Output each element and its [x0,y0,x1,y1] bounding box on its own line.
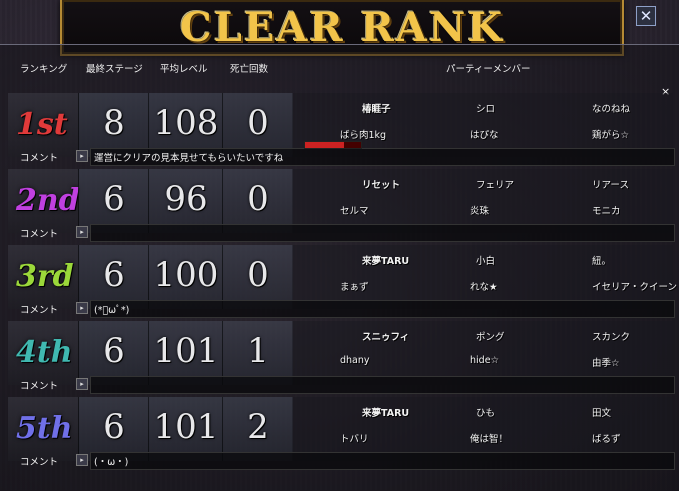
comment-box [90,224,675,242]
party-member: リアース [592,180,629,191]
rank-label: 5th [16,411,73,446]
party-member: セルマ [340,206,369,217]
party-member: ポング [476,332,505,343]
party-member: 鶏がら☆ [592,130,630,141]
rank-label: 4th [16,335,73,370]
party-member: 由季☆ [592,358,620,369]
party-member: イセリア・クイーン [592,282,678,293]
comment-label: コメント [20,229,59,240]
party-member: フェリア [476,180,515,191]
deaths-value: 0 [247,179,269,219]
comment-arrow-icon[interactable]: ▸ [76,454,88,466]
party-member: モニカ [592,206,621,217]
party-member: ひも [476,408,496,419]
party-member: 椿睚子 [362,104,391,115]
party-member: なのねね [592,104,631,115]
party-member: リセット [362,180,401,191]
final-stage-value: 6 [103,255,125,295]
comment-text: (*ﾟωﾟ*) [94,305,130,316]
deaths-value: 2 [247,407,269,447]
comment-box [90,300,675,318]
comment-row: コメント ▸ [8,223,675,242]
comment-text: 運営にクリアの見本見せてもらいたいですね [94,153,284,164]
party-member: 来夢TARU [362,408,410,419]
final-stage-value: 6 [103,407,125,447]
comment-label: コメント [20,305,59,316]
comment-row: コメント ▸ (*ﾟωﾟ*) [8,299,675,318]
comment-arrow-icon[interactable]: ▸ [76,378,88,390]
final-stage-value: 8 [103,103,125,143]
comment-label: コメント [20,457,59,468]
header-final-stage: 最終ステージ [86,64,143,75]
table-header: ランキング 最終ステージ 平均レベル 死亡回数 パーティーメンバー [8,61,673,77]
party-member: まぁず [340,282,369,293]
rank-label: 3rd [16,259,74,294]
clear-rank-panel: × ランキング 最終ステージ 平均レベル 死亡回数 パーティーメンバー 1st … [0,44,679,491]
party-member: hide☆ [470,355,500,366]
avg-level-value: 100 [153,255,219,295]
comment-arrow-icon[interactable]: ▸ [76,302,88,314]
party-member: れな★ [470,282,498,293]
comment-box [90,376,675,394]
party-member: トバリ [340,434,369,445]
comment-arrow-icon[interactable]: ▸ [76,150,88,162]
comment-row: コメント ▸ (・ω・) [8,451,675,470]
rank-label: 2nd [16,183,80,218]
avg-level-value: 108 [153,103,219,143]
hp-bar [304,141,362,149]
party-member: dhany [340,355,370,366]
comment-label: コメント [20,153,59,164]
party-member: はぴな [470,130,499,141]
party-member: 田文 [592,408,612,419]
comment-arrow-icon[interactable]: ▸ [76,226,88,238]
final-stage-value: 6 [103,331,125,371]
comment-label: コメント [20,381,59,392]
party-member: ばるず [592,434,621,445]
party-member: シロ [476,104,496,115]
deaths-value: 1 [247,331,269,371]
comment-row: コメント ▸ [8,375,675,394]
avg-level-value: 101 [153,331,219,371]
rank-label: 1st [16,107,68,142]
party-member: スニゥフィ [362,332,410,343]
header-avg-level: 平均レベル [160,64,208,75]
header-party: パーティーメンバー [446,64,531,75]
party-member: 俺は智！ [470,434,509,445]
close-button[interactable]: ✕ [636,6,656,26]
party-member: 来夢TARU [362,256,410,267]
party-member: スカンク [592,332,631,343]
party-member: 炎珠 [470,206,490,217]
party-member: 紐。 [592,256,612,267]
header-ranking: ランキング [20,64,68,75]
party-member: ばら肉1kg [340,130,387,141]
comment-text: (・ω・) [94,457,129,468]
deaths-value: 0 [247,103,269,143]
party-member: 小白 [476,256,496,267]
comment-row: コメント ▸ 運営にクリアの見本見せてもらいたいですね [8,147,675,166]
header-deaths: 死亡回数 [230,64,269,75]
final-stage-value: 6 [103,179,125,219]
avg-level-value: 96 [164,179,208,219]
deaths-value: 0 [247,255,269,295]
avg-level-value: 101 [153,407,219,447]
comment-box [90,452,675,470]
